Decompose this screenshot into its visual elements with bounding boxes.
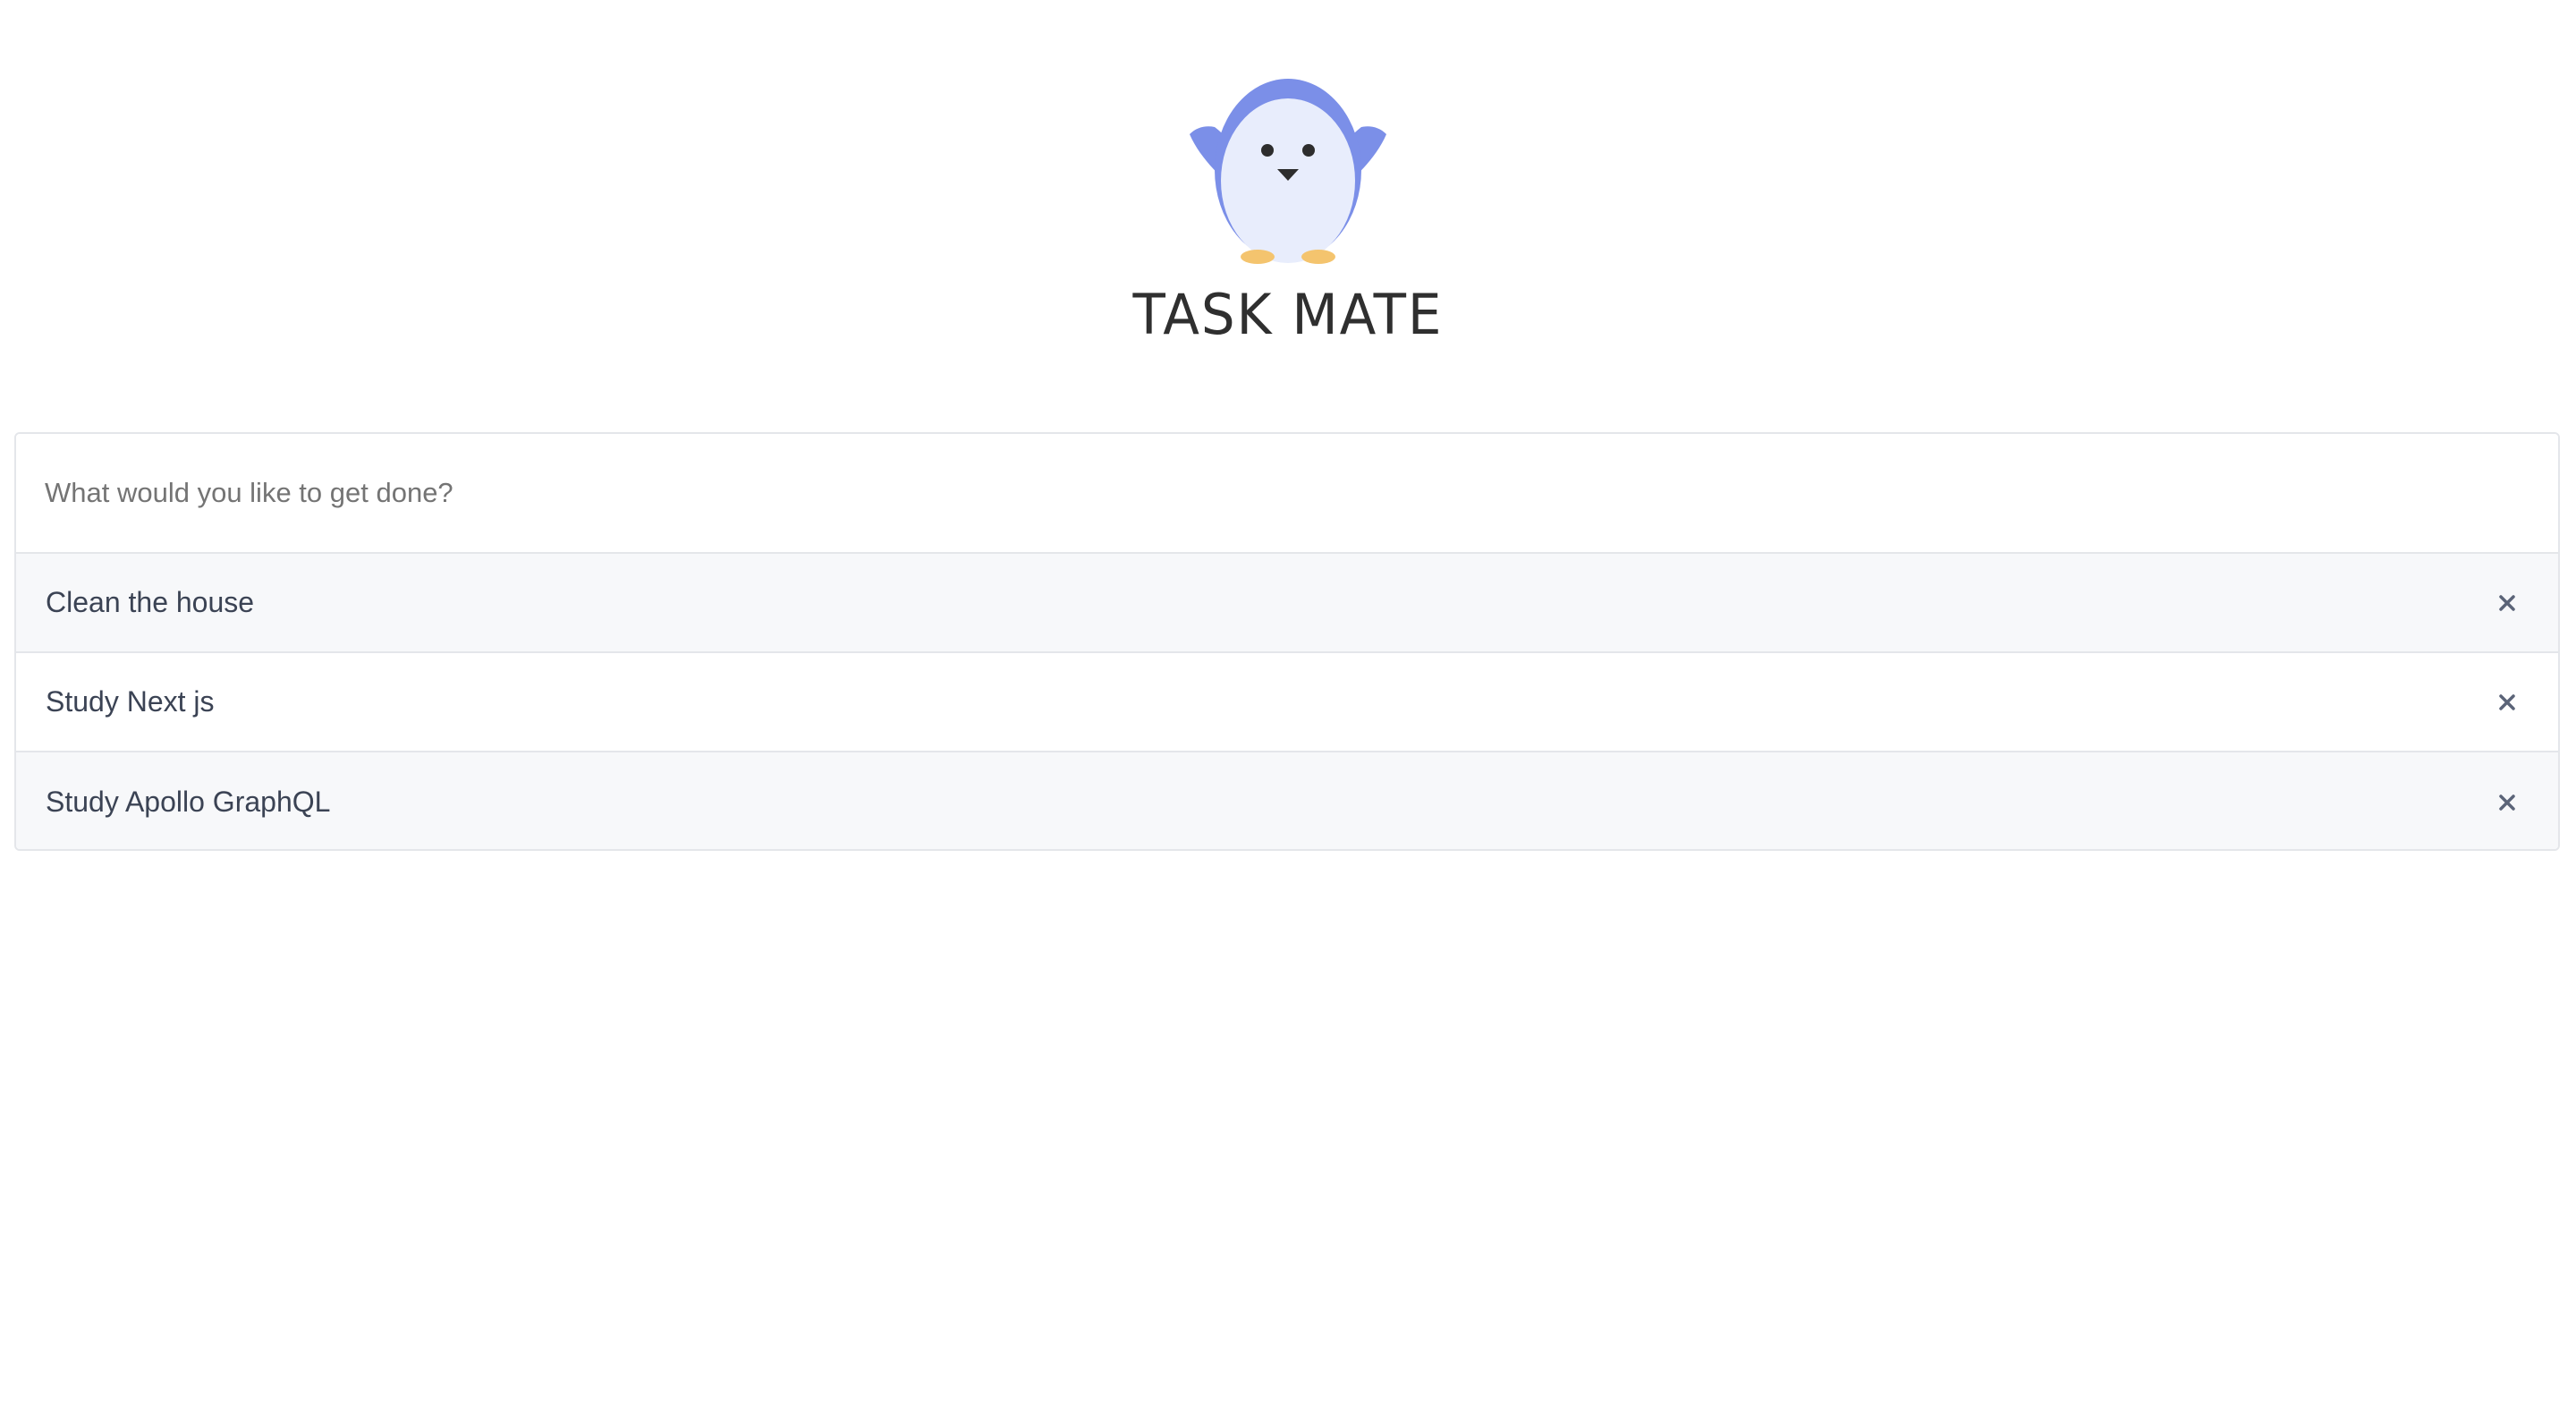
delete-task-button[interactable] [2488, 684, 2526, 721]
task-label: Study Next js [46, 685, 215, 718]
delete-task-button[interactable] [2488, 784, 2526, 821]
close-icon [2499, 594, 2515, 611]
task-input-row [16, 434, 2558, 554]
close-icon [2499, 693, 2515, 710]
penguin-icon [1190, 79, 1386, 264]
task-row: Study Next js [16, 653, 2558, 752]
close-icon [2499, 794, 2515, 811]
delete-task-button[interactable] [2488, 584, 2526, 622]
task-label: Study Apollo GraphQL [46, 786, 331, 818]
task-label: Clean the house [46, 586, 255, 618]
todo-card: Clean the house Study Next js Study Apol… [14, 432, 2560, 851]
app-title: TASK MATE [1132, 282, 1444, 347]
app-page: TASK MATE Clean the house Study Next js … [0, 0, 2576, 1419]
task-input[interactable] [45, 466, 2513, 520]
header: TASK MATE [0, 0, 2576, 394]
task-row: Clean the house [16, 554, 2558, 653]
task-row: Study Apollo GraphQL [16, 752, 2558, 849]
